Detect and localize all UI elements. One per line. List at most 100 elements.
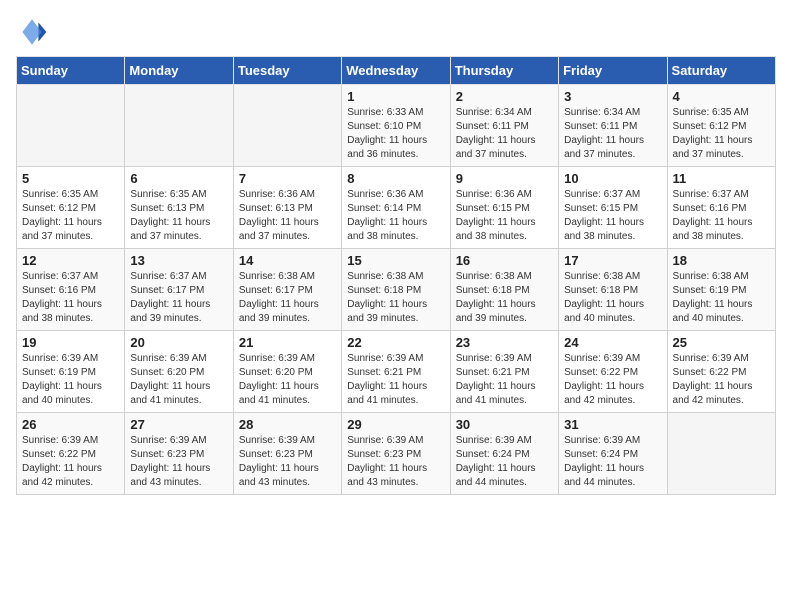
calendar-cell: 26 Sunrise: 6:39 AM Sunset: 6:22 PM Dayli… bbox=[17, 413, 125, 495]
calendar-week-5: 26 Sunrise: 6:39 AM Sunset: 6:22 PM Dayli… bbox=[17, 413, 776, 495]
day-info: Sunrise: 6:37 AM Sunset: 6:15 PM Dayligh… bbox=[564, 188, 661, 244]
day-info: Sunrise: 6:37 AM Sunset: 6:16 PM Dayligh… bbox=[22, 270, 119, 326]
day-info: Sunrise: 6:33 AM Sunset: 6:10 PM Dayligh… bbox=[347, 106, 444, 162]
calendar-cell: 12Sunrise: 6:37 AM Sunset: 6:16 PM Dayli… bbox=[17, 249, 125, 331]
day-info: Sunrise: 6:35 AM Sunset: 6:12 PM Dayligh… bbox=[673, 106, 770, 162]
day-info: Sunrise: 6:39 AM Sunset: 6:21 PM Dayligh… bbox=[456, 352, 553, 408]
calendar-cell: 17Sunrise: 6:38 AM Sunset: 6:18 PM Dayli… bbox=[559, 249, 667, 331]
day-info: Sunrise: 6:36 AM Sunset: 6:14 PM Dayligh… bbox=[347, 188, 444, 244]
weekday-header-thursday: Thursday bbox=[450, 57, 558, 85]
calendar-cell: 2 Sunrise: 6:34 AM Sunset: 6:11 PM Daylig… bbox=[450, 85, 558, 167]
day-info: Sunrise: 6:38 AM Sunset: 6:18 PM Dayligh… bbox=[564, 270, 661, 326]
day-number: 11 bbox=[673, 171, 770, 186]
day-info: Sunrise: 6:39 AM Sunset: 6:23 PM Dayligh… bbox=[239, 434, 336, 490]
day-info: Sunrise: 6:39 AM Sunset: 6:23 PM Dayligh… bbox=[130, 434, 227, 490]
calendar-cell: 28 Sunrise: 6:39 AM Sunset: 6:23 PM Dayli… bbox=[233, 413, 341, 495]
weekday-header-tuesday: Tuesday bbox=[233, 57, 341, 85]
day-info: Sunrise: 6:36 AM Sunset: 6:15 PM Dayligh… bbox=[456, 188, 553, 244]
calendar-cell: 10 Sunrise: 6:37 AM Sunset: 6:15 PM Dayli… bbox=[559, 167, 667, 249]
day-number: 2 bbox=[456, 89, 553, 104]
day-info: Sunrise: 6:38 AM Sunset: 6:18 PM Dayligh… bbox=[456, 270, 553, 326]
day-number: 29 bbox=[347, 417, 444, 432]
calendar-cell: 21 Sunrise: 6:39 AM Sunset: 6:20 PM Dayli… bbox=[233, 331, 341, 413]
day-info: Sunrise: 6:39 AM Sunset: 6:20 PM Dayligh… bbox=[239, 352, 336, 408]
day-number: 9 bbox=[456, 171, 553, 186]
day-number: 30 bbox=[456, 417, 553, 432]
weekday-header-saturday: Saturday bbox=[667, 57, 775, 85]
calendar-week-3: 12Sunrise: 6:37 AM Sunset: 6:16 PM Dayli… bbox=[17, 249, 776, 331]
day-info: Sunrise: 6:39 AM Sunset: 6:22 PM Dayligh… bbox=[564, 352, 661, 408]
day-info: Sunrise: 6:38 AM Sunset: 6:17 PM Dayligh… bbox=[239, 270, 336, 326]
day-info: Sunrise: 6:39 AM Sunset: 6:24 PM Dayligh… bbox=[564, 434, 661, 490]
day-number: 19 bbox=[22, 335, 119, 350]
calendar-cell: 29 Sunrise: 6:39 AM Sunset: 6:23 PM Dayli… bbox=[342, 413, 450, 495]
day-number: 6 bbox=[130, 171, 227, 186]
page-header bbox=[16, 16, 776, 48]
calendar-cell: 4 Sunrise: 6:35 AM Sunset: 6:12 PM Daylig… bbox=[667, 85, 775, 167]
calendar-cell: 8 Sunrise: 6:36 AM Sunset: 6:14 PM Daylig… bbox=[342, 167, 450, 249]
weekday-header-sunday: Sunday bbox=[17, 57, 125, 85]
day-number: 22 bbox=[347, 335, 444, 350]
weekday-header-wednesday: Wednesday bbox=[342, 57, 450, 85]
day-number: 10 bbox=[564, 171, 661, 186]
calendar-cell bbox=[125, 85, 233, 167]
day-number: 20 bbox=[130, 335, 227, 350]
calendar-cell: 5Sunrise: 6:35 AM Sunset: 6:12 PM Daylig… bbox=[17, 167, 125, 249]
day-number: 24 bbox=[564, 335, 661, 350]
calendar-cell: 30 Sunrise: 6:39 AM Sunset: 6:24 PM Dayli… bbox=[450, 413, 558, 495]
calendar-cell: 9 Sunrise: 6:36 AM Sunset: 6:15 PM Daylig… bbox=[450, 167, 558, 249]
calendar-cell: 15Sunrise: 6:38 AM Sunset: 6:18 PM Dayli… bbox=[342, 249, 450, 331]
logo-icon bbox=[16, 16, 48, 48]
day-info: Sunrise: 6:34 AM Sunset: 6:11 PM Dayligh… bbox=[564, 106, 661, 162]
day-info: Sunrise: 6:37 AM Sunset: 6:17 PM Dayligh… bbox=[130, 270, 227, 326]
day-number: 23 bbox=[456, 335, 553, 350]
day-number: 16 bbox=[456, 253, 553, 268]
day-info: Sunrise: 6:39 AM Sunset: 6:24 PM Dayligh… bbox=[456, 434, 553, 490]
calendar-week-2: 5Sunrise: 6:35 AM Sunset: 6:12 PM Daylig… bbox=[17, 167, 776, 249]
day-info: Sunrise: 6:39 AM Sunset: 6:20 PM Dayligh… bbox=[130, 352, 227, 408]
calendar-cell: 1 Sunrise: 6:33 AM Sunset: 6:10 PM Daylig… bbox=[342, 85, 450, 167]
calendar-week-1: 1 Sunrise: 6:33 AM Sunset: 6:10 PM Daylig… bbox=[17, 85, 776, 167]
day-info: Sunrise: 6:39 AM Sunset: 6:21 PM Dayligh… bbox=[347, 352, 444, 408]
calendar-cell: 11 Sunrise: 6:37 AM Sunset: 6:16 PM Dayli… bbox=[667, 167, 775, 249]
day-number: 31 bbox=[564, 417, 661, 432]
day-info: Sunrise: 6:38 AM Sunset: 6:19 PM Dayligh… bbox=[673, 270, 770, 326]
day-number: 5 bbox=[22, 171, 119, 186]
day-number: 15 bbox=[347, 253, 444, 268]
calendar-body: 1 Sunrise: 6:33 AM Sunset: 6:10 PM Daylig… bbox=[17, 85, 776, 495]
day-number: 4 bbox=[673, 89, 770, 104]
weekday-header-friday: Friday bbox=[559, 57, 667, 85]
day-number: 26 bbox=[22, 417, 119, 432]
day-info: Sunrise: 6:39 AM Sunset: 6:23 PM Dayligh… bbox=[347, 434, 444, 490]
day-number: 13 bbox=[130, 253, 227, 268]
weekday-header-monday: Monday bbox=[125, 57, 233, 85]
day-info: Sunrise: 6:39 AM Sunset: 6:22 PM Dayligh… bbox=[22, 434, 119, 490]
calendar-cell: 13 Sunrise: 6:37 AM Sunset: 6:17 PM Dayli… bbox=[125, 249, 233, 331]
calendar-cell: 20 Sunrise: 6:39 AM Sunset: 6:20 PM Dayli… bbox=[125, 331, 233, 413]
day-info: Sunrise: 6:36 AM Sunset: 6:13 PM Dayligh… bbox=[239, 188, 336, 244]
calendar-header-row: SundayMondayTuesdayWednesdayThursdayFrid… bbox=[17, 57, 776, 85]
day-info: Sunrise: 6:37 AM Sunset: 6:16 PM Dayligh… bbox=[673, 188, 770, 244]
day-number: 21 bbox=[239, 335, 336, 350]
calendar-cell: 22 Sunrise: 6:39 AM Sunset: 6:21 PM Dayli… bbox=[342, 331, 450, 413]
day-number: 1 bbox=[347, 89, 444, 104]
day-info: Sunrise: 6:39 AM Sunset: 6:22 PM Dayligh… bbox=[673, 352, 770, 408]
calendar-cell bbox=[233, 85, 341, 167]
calendar-cell: 19Sunrise: 6:39 AM Sunset: 6:19 PM Dayli… bbox=[17, 331, 125, 413]
day-number: 14 bbox=[239, 253, 336, 268]
day-number: 3 bbox=[564, 89, 661, 104]
calendar-cell: 23 Sunrise: 6:39 AM Sunset: 6:21 PM Dayli… bbox=[450, 331, 558, 413]
day-number: 7 bbox=[239, 171, 336, 186]
calendar-cell: 16 Sunrise: 6:38 AM Sunset: 6:18 PM Dayli… bbox=[450, 249, 558, 331]
day-number: 18 bbox=[673, 253, 770, 268]
day-number: 28 bbox=[239, 417, 336, 432]
calendar-cell: 14 Sunrise: 6:38 AM Sunset: 6:17 PM Dayli… bbox=[233, 249, 341, 331]
calendar-cell: 7 Sunrise: 6:36 AM Sunset: 6:13 PM Daylig… bbox=[233, 167, 341, 249]
calendar-cell: 25Sunrise: 6:39 AM Sunset: 6:22 PM Dayli… bbox=[667, 331, 775, 413]
day-number: 8 bbox=[347, 171, 444, 186]
calendar-cell bbox=[17, 85, 125, 167]
calendar-cell: 24 Sunrise: 6:39 AM Sunset: 6:22 PM Dayli… bbox=[559, 331, 667, 413]
calendar-cell: 31 Sunrise: 6:39 AM Sunset: 6:24 PM Dayli… bbox=[559, 413, 667, 495]
calendar-table: SundayMondayTuesdayWednesdayThursdayFrid… bbox=[16, 56, 776, 495]
day-info: Sunrise: 6:34 AM Sunset: 6:11 PM Dayligh… bbox=[456, 106, 553, 162]
